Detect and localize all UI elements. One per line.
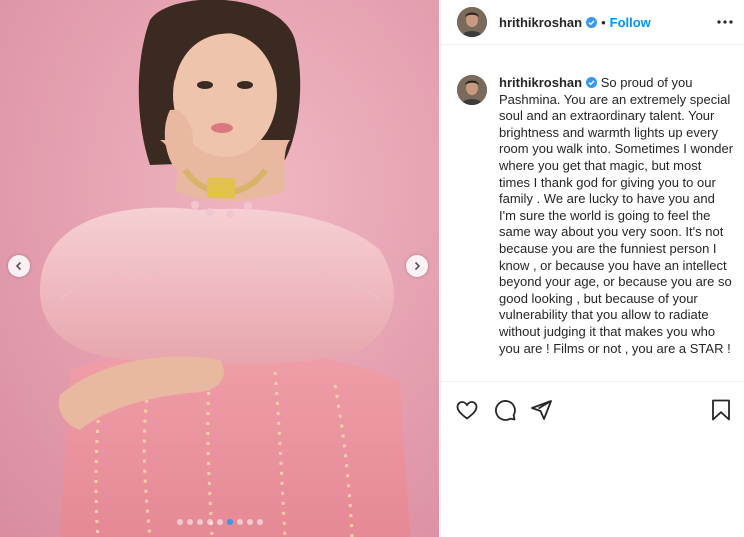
action-bar	[441, 381, 744, 434]
avatar-image	[457, 7, 487, 37]
carousel-dot	[226, 519, 233, 525]
caption-username[interactable]: hrithikroshan	[499, 75, 582, 90]
heart-icon[interactable]	[455, 398, 479, 422]
carousel-dot	[256, 519, 263, 525]
carousel-prev-button[interactable]	[8, 255, 30, 277]
carousel-indicator	[0, 519, 439, 525]
follow-separator: •	[601, 14, 606, 30]
carousel-next-button[interactable]	[406, 255, 428, 277]
post-details-panel: hrithikroshan • Follow hrithikroshan So …	[440, 0, 744, 537]
carousel-dot	[196, 519, 203, 525]
carousel-dot	[176, 519, 183, 525]
carousel-dot	[186, 519, 193, 525]
post-image	[0, 0, 439, 537]
more-options-icon	[717, 20, 733, 24]
comments-area: hrithikroshan So proud of you Pashmina. …	[441, 45, 744, 380]
comment-icon[interactable]	[493, 398, 517, 422]
post-header: hrithikroshan • Follow	[441, 0, 744, 45]
share-icon[interactable]	[529, 398, 553, 422]
chevron-right-icon	[414, 261, 421, 271]
caption: hrithikroshan So proud of you Pashmina. …	[457, 75, 735, 357]
post-username[interactable]: hrithikroshan	[499, 15, 582, 30]
caption-avatar[interactable]	[457, 75, 487, 105]
more-options-button[interactable]	[715, 12, 735, 32]
avatar[interactable]	[457, 7, 487, 37]
caption-text: hrithikroshan So proud of you Pashmina. …	[499, 75, 734, 357]
carousel-dot	[206, 519, 213, 525]
chevron-left-icon	[15, 261, 22, 271]
carousel-dot	[246, 519, 253, 525]
verified-badge-icon	[586, 77, 598, 88]
photo-illustration	[0, 0, 439, 537]
follow-button[interactable]: Follow	[610, 15, 651, 30]
verified-badge-icon	[586, 16, 598, 28]
avatar-image	[457, 75, 487, 105]
carousel-dot	[236, 519, 243, 525]
bookmark-icon[interactable]	[709, 398, 733, 422]
carousel-dot	[216, 519, 223, 525]
caption-body: So proud of you Pashmina. You are an ext…	[499, 75, 734, 356]
